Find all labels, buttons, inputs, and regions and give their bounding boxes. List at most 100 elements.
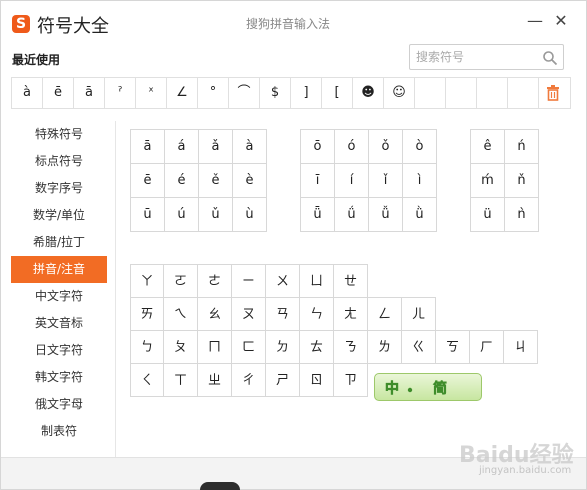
pinyin-symbol-cell[interactable]: ī <box>301 164 335 198</box>
sidebar-item[interactable]: 中文字符 <box>11 283 107 310</box>
bopomofo-symbol-cell[interactable]: ㄢ <box>266 297 300 331</box>
sidebar-item[interactable]: 制表符 <box>11 418 107 445</box>
search-box[interactable] <box>409 44 564 70</box>
recent-symbol-cell[interactable] <box>508 78 539 108</box>
pinyin-symbol-cell[interactable]: ǐ <box>369 164 403 198</box>
pinyin-symbol-cell[interactable]: ḿ <box>471 164 505 198</box>
recent-symbol-cell[interactable]: ē <box>43 78 74 108</box>
search-input[interactable] <box>416 48 536 66</box>
pinyin-symbol-cell[interactable]: ü <box>471 198 505 232</box>
pinyin-symbol-cell[interactable]: ē <box>131 164 165 198</box>
pinyin-symbol-cell[interactable]: è <box>233 164 267 198</box>
pinyin-symbol-cell[interactable]: ō <box>301 130 335 164</box>
bopomofo-symbol-cell[interactable]: ㄑ <box>130 363 164 397</box>
sidebar-item[interactable]: 数学/单位 <box>11 202 107 229</box>
close-icon[interactable]: ✕ <box>551 11 571 31</box>
pinyin-symbol-cell[interactable]: í <box>335 164 369 198</box>
pinyin-symbol-cell[interactable]: ê <box>471 130 505 164</box>
pinyin-symbol-cell[interactable]: ǹ <box>505 198 539 232</box>
recent-symbol-cell[interactable]: ∠ <box>167 78 198 108</box>
bopomofo-symbol-cell[interactable]: ㄩ <box>300 264 334 298</box>
ime-mode-badge[interactable]: 中 简 <box>374 373 482 401</box>
bopomofo-symbol-cell[interactable]: ㄝ <box>334 264 368 298</box>
pinyin-symbol-cell[interactable]: ā <box>131 130 165 164</box>
bopomofo-symbol-cell[interactable]: ㄞ <box>130 297 164 331</box>
recent-symbol-cell[interactable] <box>446 78 477 108</box>
pinyin-symbol-cell[interactable]: ì <box>403 164 437 198</box>
bopomofo-symbol-cell[interactable]: ㄓ <box>198 363 232 397</box>
bopomofo-symbol-cell[interactable]: ㄖ <box>300 363 334 397</box>
pinyin-symbol-cell[interactable]: ú <box>165 198 199 232</box>
recent-symbol-cell[interactable] <box>415 78 446 108</box>
pinyin-symbol-cell[interactable]: ǖ <box>301 198 335 232</box>
bopomofo-symbol-cell[interactable]: ㄊ <box>300 330 334 364</box>
recent-symbol-cell[interactable]: ☻ <box>353 78 384 108</box>
sidebar-item[interactable]: 英文音标 <box>11 310 107 337</box>
bopomofo-symbol-cell[interactable]: ㄎ <box>436 330 470 364</box>
recent-symbol-cell[interactable]: ] <box>291 78 322 108</box>
pinyin-symbol-cell[interactable]: à <box>233 130 267 164</box>
pinyin-symbol-cell[interactable]: ǎ <box>199 130 233 164</box>
sidebar-item[interactable]: 日文字符 <box>11 337 107 364</box>
recent-symbol-cell[interactable]: ā <box>74 78 105 108</box>
sidebar-item[interactable]: 希腊/拉丁 <box>11 229 107 256</box>
pinyin-symbol-cell[interactable]: ǚ <box>369 198 403 232</box>
pinyin-symbol-cell[interactable]: é <box>165 164 199 198</box>
pinyin-symbol-cell[interactable]: ǘ <box>335 198 369 232</box>
pinyin-symbol-cell[interactable]: ń <box>505 130 539 164</box>
bopomofo-symbol-cell[interactable]: ㄉ <box>266 330 300 364</box>
pinyin-symbol-cell[interactable]: ó <box>335 130 369 164</box>
sidebar-item[interactable]: 俄文字母 <box>11 391 107 418</box>
bopomofo-symbol-cell[interactable]: ㄟ <box>164 297 198 331</box>
bopomofo-symbol-cell[interactable]: ㄆ <box>164 330 198 364</box>
minimize-icon[interactable]: — <box>525 11 545 31</box>
bopomofo-symbol-cell[interactable]: ㄥ <box>368 297 402 331</box>
pinyin-symbol-cell[interactable]: ǔ <box>199 198 233 232</box>
recent-symbol-cell[interactable]: à <box>12 78 43 108</box>
pinyin-symbol-cell[interactable]: ň <box>505 164 539 198</box>
bopomofo-symbol-cell[interactable]: ㄜ <box>198 264 232 298</box>
recent-symbol-cell[interactable]: $ <box>260 78 291 108</box>
bopomofo-symbol-cell[interactable]: ㄏ <box>470 330 504 364</box>
bopomofo-symbol-cell[interactable]: ㄅ <box>130 330 164 364</box>
bopomofo-symbol-cell[interactable]: ㄇ <box>198 330 232 364</box>
sidebar-item[interactable]: 拼音/注音 <box>11 256 107 283</box>
bopomofo-symbol-cell[interactable]: ㄔ <box>232 363 266 397</box>
sidebar-item[interactable]: 特殊符号 <box>11 121 107 148</box>
pinyin-symbol-cell[interactable]: ù <box>233 198 267 232</box>
sidebar-item[interactable]: 数字序号 <box>11 175 107 202</box>
recent-symbol-cell[interactable]: ☺ <box>384 78 415 108</box>
recent-symbol-cell[interactable] <box>477 78 508 108</box>
bopomofo-symbol-cell[interactable]: ㄣ <box>300 297 334 331</box>
sidebar-item[interactable]: 韩文字符 <box>11 364 107 391</box>
pinyin-symbol-cell[interactable]: ǜ <box>403 198 437 232</box>
bopomofo-symbol-cell[interactable]: ㄛ <box>164 264 198 298</box>
bopomofo-symbol-cell[interactable]: ㄧ <box>232 264 266 298</box>
bopomofo-symbol-cell[interactable]: ㄕ <box>266 363 300 397</box>
pinyin-symbol-cell[interactable]: ǒ <box>369 130 403 164</box>
bopomofo-symbol-cell[interactable]: ㄦ <box>402 297 436 331</box>
bopomofo-symbol-cell[interactable]: ㄍ <box>402 330 436 364</box>
recent-symbol-cell[interactable]: [ <box>322 78 353 108</box>
bopomofo-symbol-cell[interactable]: ㄌ <box>368 330 402 364</box>
bopomofo-symbol-cell[interactable]: ㄚ <box>130 264 164 298</box>
bopomofo-symbol-cell[interactable]: ㄒ <box>164 363 198 397</box>
trash-icon[interactable] <box>546 85 560 101</box>
recent-symbol-cell[interactable]: ˣ <box>136 78 167 108</box>
recent-symbol-cell[interactable]: ⌒ <box>229 78 260 108</box>
bopomofo-symbol-cell[interactable]: ㄠ <box>198 297 232 331</box>
recent-symbol-cell[interactable]: ˀ <box>105 78 136 108</box>
bopomofo-symbol-cell[interactable]: ㄈ <box>232 330 266 364</box>
pinyin-symbol-cell[interactable]: ò <box>403 130 437 164</box>
bopomofo-symbol-cell[interactable]: ㄋ <box>334 330 368 364</box>
pinyin-symbol-cell[interactable]: á <box>165 130 199 164</box>
search-icon[interactable] <box>542 50 558 66</box>
bopomofo-symbol-cell[interactable]: ㄗ <box>334 363 368 397</box>
pinyin-symbol-cell[interactable]: ū <box>131 198 165 232</box>
sidebar-item[interactable]: 标点符号 <box>11 148 107 175</box>
bopomofo-symbol-cell[interactable]: ㄐ <box>504 330 538 364</box>
bopomofo-symbol-cell[interactable]: ㄡ <box>232 297 266 331</box>
recent-symbol-cell[interactable]: ° <box>198 78 229 108</box>
pinyin-symbol-cell[interactable]: ě <box>199 164 233 198</box>
bopomofo-symbol-cell[interactable]: ㄤ <box>334 297 368 331</box>
